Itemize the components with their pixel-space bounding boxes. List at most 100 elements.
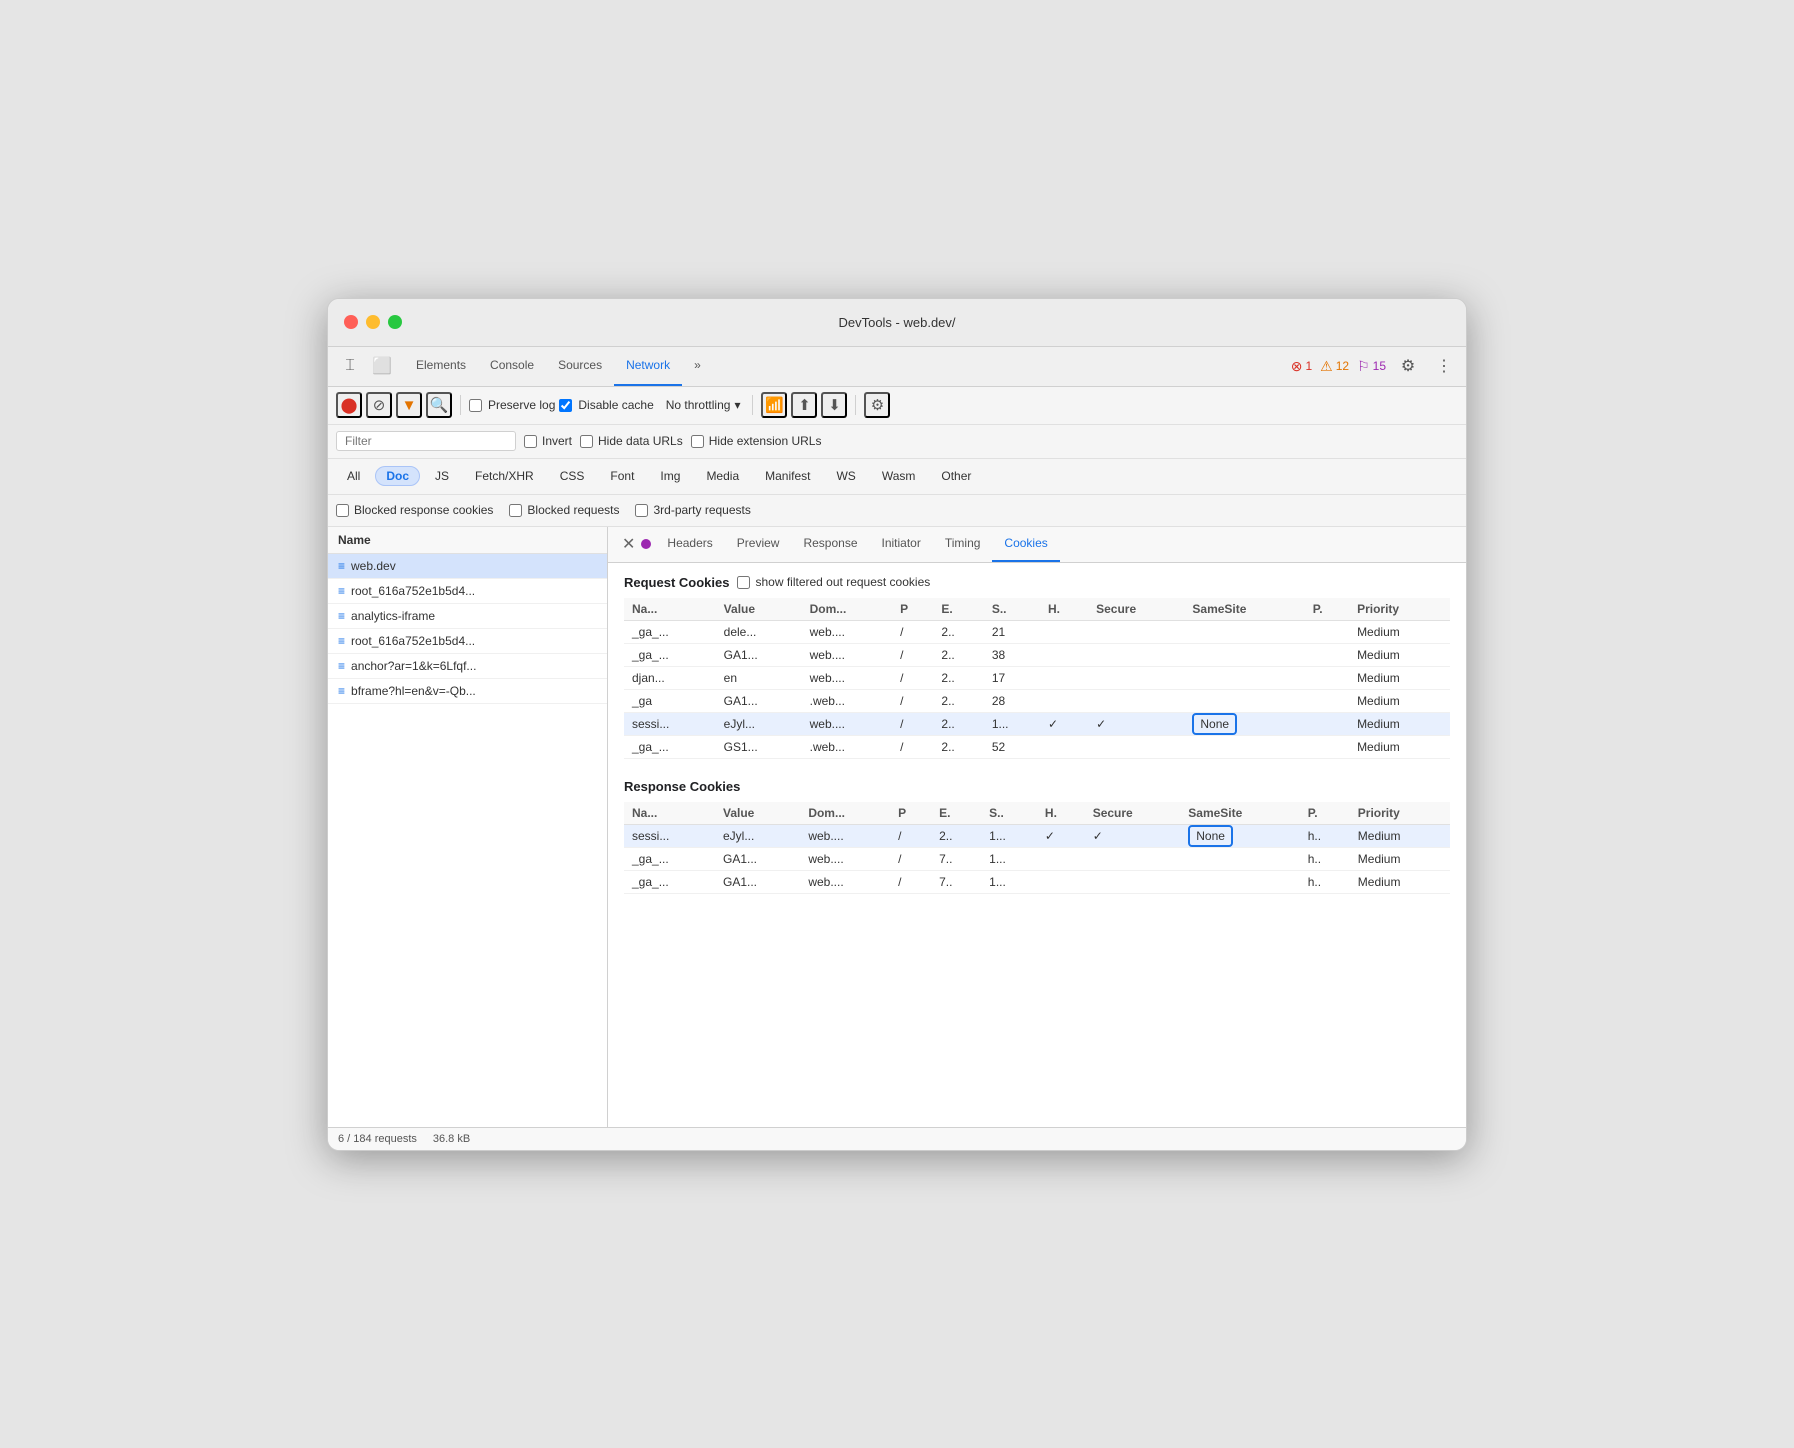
disable-cache-checkbox[interactable] <box>559 399 572 412</box>
expires-cell: 2.. <box>933 620 983 643</box>
stop-recording-icon[interactable]: ⬤ <box>336 392 362 418</box>
priority-cell: Medium <box>1349 735 1450 758</box>
type-filter-ws[interactable]: WS <box>825 466 866 486</box>
request-list-item[interactable]: ≡web.dev <box>328 554 607 579</box>
type-filter-fetch-xhr[interactable]: Fetch/XHR <box>464 466 545 486</box>
preserve-log-label[interactable]: Preserve log <box>469 398 555 412</box>
domain-cell: web.... <box>802 620 893 643</box>
table-row[interactable]: _ga_... dele... web.... / 2.. 21 Medium <box>624 620 1450 643</box>
network-settings-icon[interactable]: ⚙ <box>864 392 890 418</box>
tab-cookies[interactable]: Cookies <box>992 527 1059 563</box>
minimize-button[interactable] <box>366 315 380 329</box>
request-cookies-title: Request Cookies <box>624 575 729 590</box>
request-list-item[interactable]: ≡root_616a752e1b5d4... <box>328 579 607 604</box>
tab-network[interactable]: Network <box>614 346 682 386</box>
tab-headers[interactable]: Headers <box>655 527 724 563</box>
hide-data-urls-checkbox[interactable] <box>580 435 593 448</box>
tab-response[interactable]: Response <box>791 527 869 563</box>
doc-icon: ≡ <box>338 684 345 698</box>
clear-icon[interactable]: ⊘ <box>366 392 392 418</box>
secure-cell <box>1088 666 1184 689</box>
settings-icon[interactable]: ⚙ <box>1394 352 1422 380</box>
type-filter-manifest[interactable]: Manifest <box>754 466 821 486</box>
tab-preview[interactable]: Preview <box>725 527 792 563</box>
value-cell: dele... <box>716 620 802 643</box>
resp-col-prio-short: P. <box>1300 802 1350 825</box>
type-filter-img[interactable]: Img <box>649 466 691 486</box>
blocked-option[interactable]: Blocked requests <box>509 503 619 517</box>
request-list-item[interactable]: ≡anchor?ar=1&k=6Lfqf... <box>328 654 607 679</box>
type-filter-js[interactable]: JS <box>424 466 460 486</box>
resp-samesite-cell <box>1180 847 1299 870</box>
filter-input[interactable] <box>336 431 516 451</box>
tab-more[interactable]: » <box>682 346 713 386</box>
resp-domain-cell: web.... <box>800 847 890 870</box>
secure-cell <box>1088 689 1184 712</box>
type-filter-doc[interactable]: Doc <box>375 466 420 486</box>
type-filter-css[interactable]: CSS <box>549 466 596 486</box>
request-list: Name ≡web.dev≡root_616a752e1b5d4...≡anal… <box>328 527 608 1127</box>
request-name: web.dev <box>351 559 396 573</box>
type-filter-all[interactable]: All <box>336 466 371 486</box>
col-secure: Secure <box>1088 598 1184 621</box>
blocked-option[interactable]: Blocked response cookies <box>336 503 493 517</box>
table-row[interactable]: sessi... eJyl... web.... / 2.. 1... ✓ ✓ … <box>624 824 1450 847</box>
export-icon[interactable]: ⬆ <box>791 392 817 418</box>
table-row[interactable]: _ga GA1... .web... / 2.. 28 Medium <box>624 689 1450 712</box>
panel-close-button[interactable]: ✕ <box>616 527 641 563</box>
httponly-cell <box>1040 689 1088 712</box>
filter-bar: Invert Hide data URLs Hide extension URL… <box>328 425 1466 459</box>
search-icon[interactable]: 🔍 <box>426 392 452 418</box>
tab-console[interactable]: Console <box>478 346 546 386</box>
request-list-item[interactable]: ≡bframe?hl=en&v=-Qb... <box>328 679 607 704</box>
hide-ext-urls-label[interactable]: Hide extension URLs <box>691 434 822 448</box>
table-row[interactable]: _ga_... GS1... .web... / 2.. 52 Medium <box>624 735 1450 758</box>
request-name: analytics-iframe <box>351 609 435 623</box>
request-list-item[interactable]: ≡ analytics-iframe <box>328 604 607 629</box>
tab-timing[interactable]: Timing <box>933 527 993 563</box>
device-icon[interactable]: ⬜ <box>368 352 396 380</box>
table-row[interactable]: _ga_... GA1... web.... / 2.. 38 Medium <box>624 643 1450 666</box>
type-filter-media[interactable]: Media <box>695 466 750 486</box>
resp-expires-cell: 7.. <box>931 870 981 893</box>
table-row[interactable]: _ga_... GA1... web.... / 7.. 1... h.. Me… <box>624 870 1450 893</box>
prio-short-cell <box>1305 643 1349 666</box>
cursor-icon[interactable]: ⌶ <box>336 352 364 380</box>
expires-cell: 2.. <box>933 735 983 758</box>
name-cell: sessi... <box>624 712 716 735</box>
show-filtered-checkbox[interactable] <box>737 576 750 589</box>
col-size: S.. <box>984 598 1040 621</box>
table-row[interactable]: djan... en web.... / 2.. 17 Medium <box>624 666 1450 689</box>
maximize-button[interactable] <box>388 315 402 329</box>
request-list-item[interactable]: ≡root_616a752e1b5d4... <box>328 629 607 654</box>
show-filtered-label[interactable]: show filtered out request cookies <box>737 575 930 589</box>
table-row[interactable]: sessi... eJyl... web.... / 2.. 1... ✓ ✓ … <box>624 712 1450 735</box>
type-filter-wasm[interactable]: Wasm <box>871 466 927 486</box>
priority-cell: Medium <box>1349 689 1450 712</box>
disable-cache-label[interactable]: Disable cache <box>559 398 653 412</box>
import-icon[interactable]: ⬇ <box>821 392 847 418</box>
tab-initiator[interactable]: Initiator <box>870 527 933 563</box>
invert-checkbox[interactable] <box>524 435 537 448</box>
tab-sources[interactable]: Sources <box>546 346 614 386</box>
doc-icon: ≡ <box>338 634 345 648</box>
table-row[interactable]: _ga_... GA1... web.... / 7.. 1... h.. Me… <box>624 847 1450 870</box>
type-filter-other[interactable]: Other <box>930 466 982 486</box>
tab-elements[interactable]: Elements <box>404 346 478 386</box>
network-conditions-icon[interactable]: 📶 <box>761 392 787 418</box>
request-list-header: Name <box>328 527 607 554</box>
more-options-icon[interactable]: ⋮ <box>1430 352 1458 380</box>
throttle-selector[interactable]: No throttling ▾ <box>662 396 745 414</box>
close-button[interactable] <box>344 315 358 329</box>
invert-filter-label[interactable]: Invert <box>524 434 572 448</box>
type-filter-font[interactable]: Font <box>599 466 645 486</box>
filter-icon[interactable]: ▼ <box>396 392 422 418</box>
hide-ext-urls-checkbox[interactable] <box>691 435 704 448</box>
resp-samesite-cell: None <box>1180 824 1299 847</box>
samesite-cell <box>1184 689 1304 712</box>
resp-domain-cell: web.... <box>800 824 890 847</box>
doc-icon: ≡ <box>338 609 345 623</box>
hide-data-urls-label[interactable]: Hide data URLs <box>580 434 683 448</box>
preserve-log-checkbox[interactable] <box>469 399 482 412</box>
blocked-option[interactable]: 3rd-party requests <box>635 503 750 517</box>
